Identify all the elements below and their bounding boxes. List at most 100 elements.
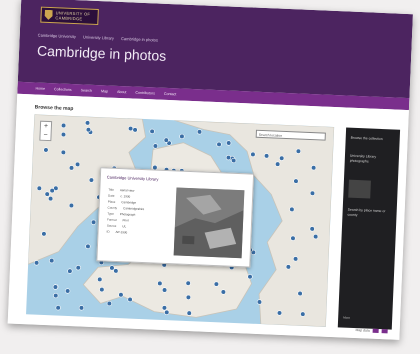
popup-title[interactable]: Cambridge University Library xyxy=(107,175,159,182)
map-marker-icon[interactable] xyxy=(313,234,319,240)
sidebar-more-link[interactable]: More xyxy=(343,316,350,320)
map-marker-icon[interactable] xyxy=(263,153,270,159)
zoom-controls: + − xyxy=(39,120,53,142)
aerial-photo-image xyxy=(173,187,245,259)
map-marker-icon[interactable] xyxy=(109,265,115,271)
map-marker-icon[interactable] xyxy=(279,155,285,161)
map-marker-icon[interactable] xyxy=(225,154,232,161)
map-marker-icon[interactable] xyxy=(247,274,253,280)
university-logo[interactable]: UNIVERSITY OF CAMBRIDGE xyxy=(40,6,99,26)
map-marker-icon[interactable] xyxy=(67,268,73,274)
map-marker-icon[interactable] xyxy=(220,289,226,295)
map-marker-icon[interactable] xyxy=(216,141,222,147)
page-title: Cambridge in photos xyxy=(36,42,167,64)
zoom-out-button[interactable]: − xyxy=(40,131,50,140)
nav-item-contact[interactable]: Contact xyxy=(164,92,177,97)
map-marker-icon[interactable] xyxy=(276,310,283,316)
map-marker-icon[interactable] xyxy=(297,290,303,297)
map-marker-icon[interactable] xyxy=(132,127,138,133)
map-marker-icon[interactable] xyxy=(149,128,155,134)
map-marker-icon[interactable] xyxy=(60,149,66,155)
map-marker-icon[interactable] xyxy=(157,280,163,287)
map-marker-icon[interactable] xyxy=(88,177,95,183)
map-marker-icon[interactable] xyxy=(250,151,256,158)
popup-photo[interactable] xyxy=(173,187,245,259)
map-marker-icon[interactable] xyxy=(55,305,61,311)
sidebar-thumbnail[interactable] xyxy=(348,179,371,199)
map-marker-icon[interactable] xyxy=(68,202,75,209)
map-marker-icon[interactable] xyxy=(97,276,103,283)
map-marker-icon[interactable] xyxy=(68,165,75,171)
map-marker-icon[interactable] xyxy=(106,300,112,307)
map-search-input[interactable]: Search location xyxy=(255,129,326,141)
nav-item-collections[interactable]: Collections xyxy=(54,87,72,92)
map-marker-icon[interactable] xyxy=(36,185,42,191)
sidebar-panel: Browse the collection University Library… xyxy=(337,127,401,330)
map-marker-icon[interactable] xyxy=(75,265,81,271)
map-marker-icon[interactable] xyxy=(60,131,67,138)
nav-item-contributors[interactable]: Contributors xyxy=(135,91,155,96)
map-marker-icon[interactable] xyxy=(99,287,105,293)
map-marker-icon[interactable] xyxy=(300,311,306,317)
map-marker-icon[interactable] xyxy=(161,305,168,311)
map-marker-icon[interactable] xyxy=(231,157,237,164)
map-marker-icon[interactable] xyxy=(164,309,170,315)
map-marker-icon[interactable] xyxy=(186,310,192,316)
nav-item-map[interactable]: Map xyxy=(101,89,108,93)
map-marker-icon[interactable] xyxy=(213,281,219,287)
map-marker-icon[interactable] xyxy=(179,133,185,140)
map-marker-icon[interactable] xyxy=(85,127,92,133)
map-marker-icon[interactable] xyxy=(85,243,91,249)
map-marker-icon[interactable] xyxy=(44,191,50,197)
main-content: Browse the map + − Search location Cambr… xyxy=(7,93,409,340)
map-marker-icon[interactable] xyxy=(84,120,91,126)
map-marker-icon[interactable] xyxy=(161,287,168,293)
nav-item-search[interactable]: Search xyxy=(81,88,93,92)
breadcrumb-item[interactable]: Cambridge in photos xyxy=(121,36,158,43)
map-marker-icon[interactable] xyxy=(185,294,191,300)
map-marker-icon[interactable] xyxy=(311,165,317,171)
map-marker-icon[interactable] xyxy=(163,137,169,143)
breadcrumb-item[interactable]: Cambridge University xyxy=(38,32,76,39)
map-marker-icon[interactable] xyxy=(48,196,54,202)
map-marker-icon[interactable] xyxy=(49,188,55,194)
map-marker-icon[interactable] xyxy=(41,231,47,237)
map-marker-icon[interactable] xyxy=(118,292,124,298)
map-marker-icon[interactable] xyxy=(185,280,191,286)
map-marker-icon[interactable] xyxy=(226,140,232,146)
map-marker-icon[interactable] xyxy=(65,288,71,294)
section-title: Browse the map xyxy=(34,104,74,113)
map-marker-icon[interactable] xyxy=(256,299,263,305)
map-marker-icon[interactable] xyxy=(289,206,295,212)
map-marker-icon[interactable] xyxy=(309,190,316,196)
map-marker-icon[interactable] xyxy=(127,296,133,303)
map-marker-icon[interactable] xyxy=(43,147,49,153)
monitor-screen: UNIVERSITY OF CAMBRIDGE Cambridge Univer… xyxy=(7,0,413,340)
map-marker-icon[interactable] xyxy=(53,292,59,299)
map-marker-icon[interactable] xyxy=(74,161,81,167)
popup-fields: Title Aerial view Date c. 1930 Place Cambri… xyxy=(106,187,168,237)
map-marker-icon[interactable] xyxy=(52,284,59,290)
map-marker-icon[interactable] xyxy=(34,260,40,266)
map-marker-icon[interactable] xyxy=(293,256,299,262)
zoom-in-button[interactable]: + xyxy=(41,122,51,131)
map-marker-icon[interactable] xyxy=(275,161,281,167)
map-marker-icon[interactable] xyxy=(78,305,85,311)
map-popup: Cambridge University Library Title Aerial… xyxy=(96,167,255,268)
nav-item-about[interactable]: About xyxy=(117,90,127,94)
map-marker-icon[interactable] xyxy=(290,235,296,241)
map-marker-icon[interactable] xyxy=(293,178,299,184)
map-marker-icon[interactable] xyxy=(152,143,159,149)
map-view[interactable]: + − Search location Cambridge University… xyxy=(26,114,335,327)
map-marker-icon[interactable] xyxy=(295,148,302,154)
map-marker-icon[interactable] xyxy=(90,219,97,225)
map-marker-icon[interactable] xyxy=(49,258,55,264)
map-marker-icon[interactable] xyxy=(128,125,134,132)
map-marker-icon[interactable] xyxy=(196,129,203,135)
footer-text: Map data xyxy=(355,328,370,333)
map-marker-icon[interactable] xyxy=(60,122,67,129)
breadcrumb-item[interactable]: University Library xyxy=(83,34,114,40)
map-marker-icon[interactable] xyxy=(309,226,315,232)
nav-item-home[interactable]: Home xyxy=(35,86,45,90)
map-marker-icon[interactable] xyxy=(285,264,291,270)
